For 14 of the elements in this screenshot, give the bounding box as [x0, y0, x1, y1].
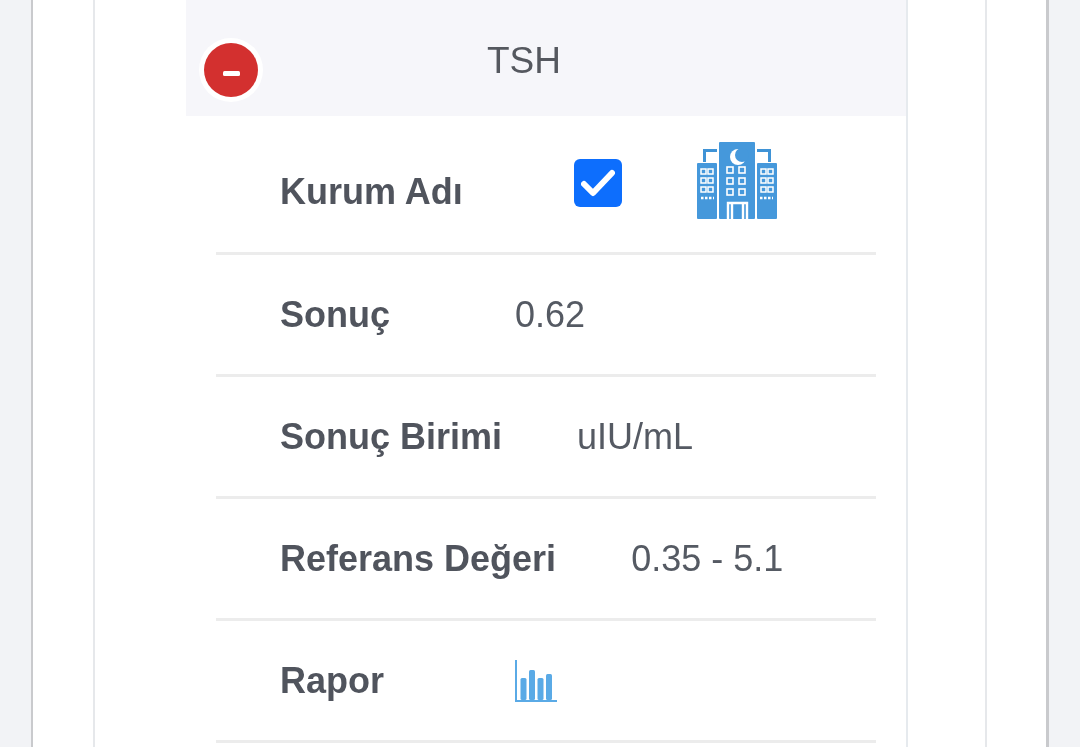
section-title: TSH	[487, 39, 561, 83]
building-icon	[696, 141, 777, 219]
bar-chart-icon[interactable]	[515, 659, 557, 702]
minus-circle-icon[interactable]	[199, 38, 263, 102]
field-value: 0.62	[515, 293, 586, 336]
field-label: Referans Değeri	[279, 537, 558, 580]
field-value: 0.35 - 5.1	[631, 537, 784, 580]
field-value: uIU/mL	[577, 415, 694, 458]
field-label: Kurum Adı	[279, 171, 464, 213]
checkmark-icon	[580, 169, 615, 197]
field-label: Rapor	[279, 659, 385, 702]
checkbox[interactable]	[573, 159, 622, 207]
field-label: Sonuç Birimi	[279, 415, 504, 458]
field-label: Sonuç	[279, 293, 391, 336]
